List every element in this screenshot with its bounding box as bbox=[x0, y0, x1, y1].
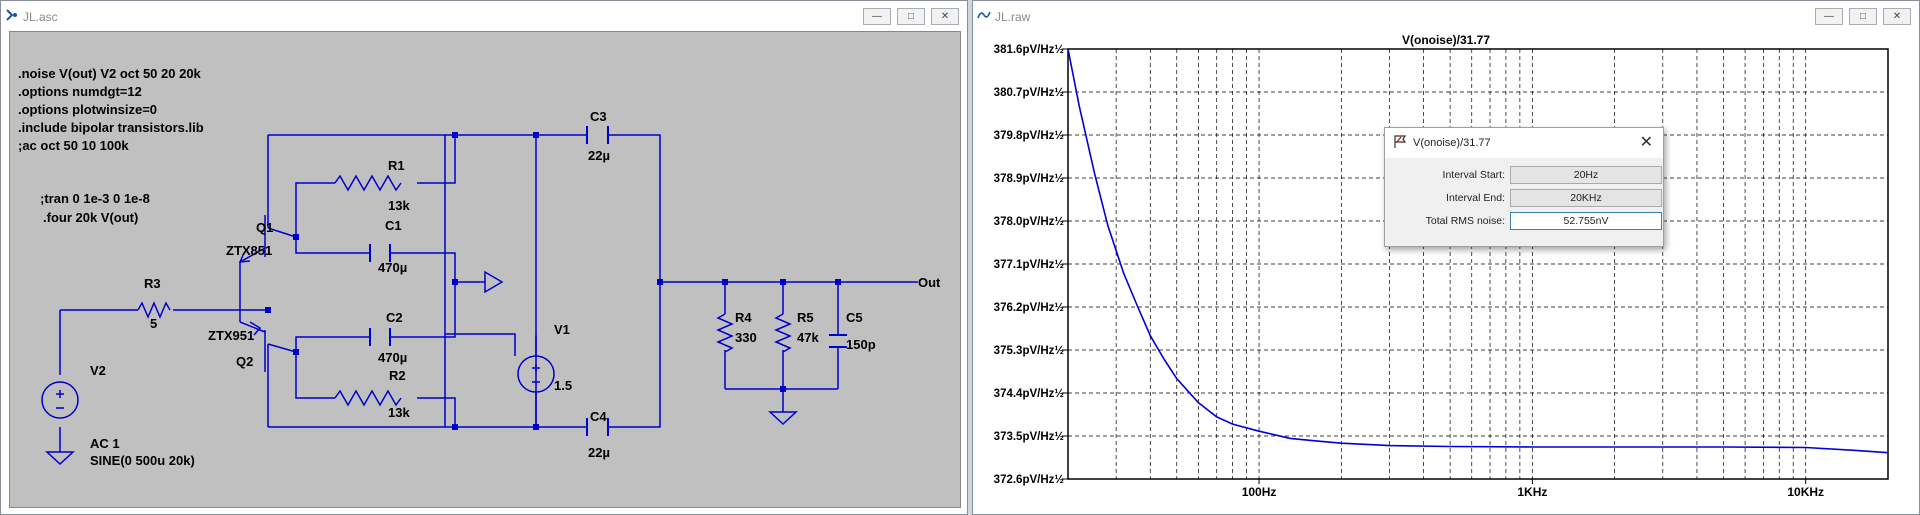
comment-line[interactable]: .four 20k V(out) bbox=[43, 210, 138, 225]
v2-value[interactable]: SINE(0 500u 20k) bbox=[90, 453, 195, 468]
v1-name[interactable]: V1 bbox=[554, 322, 570, 337]
r2-value[interactable]: 13k bbox=[388, 405, 410, 420]
total-rms-noise-field[interactable]: 52.755nV bbox=[1510, 212, 1662, 230]
minimize-button[interactable]: — bbox=[863, 8, 891, 25]
dialog-close-icon[interactable]: ✕ bbox=[1640, 132, 1653, 152]
net-label-out[interactable]: Out bbox=[918, 275, 941, 290]
directive-line[interactable]: .options numdgt=12 bbox=[18, 84, 142, 99]
trace-label[interactable]: V(onoise)/31.77 bbox=[1402, 33, 1490, 47]
y-tick-label: 379.8pV/Hz½ bbox=[994, 130, 1065, 142]
schematic-window-title: JL.asc bbox=[23, 10, 58, 24]
r2-name[interactable]: R2 bbox=[389, 368, 406, 383]
maximize-button[interactable]: □ bbox=[897, 8, 925, 25]
close-button[interactable]: ✕ bbox=[1883, 8, 1911, 25]
waveform-titlebar[interactable]: JL.raw — □ ✕ bbox=[973, 1, 1919, 31]
interval-start-label: Interval Start: bbox=[1442, 169, 1505, 181]
directive-line[interactable]: .options plotwinsize=0 bbox=[18, 102, 157, 117]
waveform-window-title: JL.raw bbox=[995, 10, 1031, 24]
c5-name[interactable]: C5 bbox=[846, 310, 863, 325]
c1-name[interactable]: C1 bbox=[385, 218, 402, 233]
schematic-titlebar[interactable]: JL.asc — □ ✕ bbox=[1, 1, 967, 31]
wires bbox=[59, 134, 918, 452]
y-tick-label: 372.6pV/Hz½ bbox=[994, 474, 1065, 486]
r1-name[interactable]: R1 bbox=[388, 158, 405, 173]
rms-noise-dialog: V(onoise)/31.77 ✕ Interval Start: 20Hz I… bbox=[1384, 127, 1664, 247]
c2-name[interactable]: C2 bbox=[386, 310, 403, 325]
dialog-titlebar[interactable]: V(onoise)/31.77 ✕ bbox=[1385, 128, 1663, 158]
c4-value[interactable]: 22µ bbox=[588, 445, 610, 460]
interval-end-label: Interval End: bbox=[1446, 192, 1505, 204]
r4-name[interactable]: R4 bbox=[735, 310, 752, 325]
y-tick-label: 378.9pV/Hz½ bbox=[994, 173, 1065, 185]
c1-value[interactable]: 470µ bbox=[378, 260, 407, 275]
c2-value[interactable]: 470µ bbox=[378, 350, 407, 365]
c3-name[interactable]: C3 bbox=[590, 109, 607, 124]
v1-value[interactable]: 1.5 bbox=[554, 378, 572, 393]
q1-name[interactable]: Q1 bbox=[256, 220, 273, 235]
x-tick-label: 10KHz bbox=[1787, 485, 1824, 499]
dialog-title: V(onoise)/31.77 bbox=[1413, 137, 1491, 149]
close-button[interactable]: ✕ bbox=[931, 8, 959, 25]
plot-pane[interactable]: V(onoise)/31.77 381.6pV/Hz½ 380.7pV/Hz½ 37… bbox=[979, 31, 1913, 508]
total-rms-noise-label: Total RMS noise: bbox=[1425, 215, 1505, 227]
y-tick-label: 377.1pV/Hz½ bbox=[994, 259, 1065, 271]
y-tick-label: 373.5pV/Hz½ bbox=[994, 431, 1065, 443]
resistor-symbols[interactable] bbox=[137, 174, 792, 407]
schematic-window: JL.asc — □ ✕ .noise V(out) V2 oct 50 20 … bbox=[0, 0, 968, 515]
r5-value[interactable]: 47k bbox=[797, 330, 819, 345]
component-labels[interactable]: R1 13k C1 470µ C2 470µ R2 13k C3 22µ C4 … bbox=[90, 109, 941, 468]
probe-flag-icon bbox=[1394, 135, 1407, 148]
directive-line[interactable]: .noise V(out) V2 oct 50 20 20k bbox=[18, 66, 202, 81]
r4-value[interactable]: 330 bbox=[735, 330, 757, 345]
c5-value[interactable]: 150p bbox=[846, 337, 876, 352]
interval-start-field[interactable]: 20Hz bbox=[1510, 166, 1662, 184]
y-tick-label: 375.3pV/Hz½ bbox=[994, 345, 1065, 357]
comment-line[interactable]: ;tran 0 1e-3 0 1e-8 bbox=[40, 191, 150, 206]
y-tick-label: 376.2pV/Hz½ bbox=[994, 302, 1065, 314]
y-tick-label: 380.7pV/Hz½ bbox=[994, 87, 1065, 99]
interval-end-row: Interval End: 20KHz bbox=[1385, 189, 1663, 209]
directive-line[interactable]: .include bipolar transistors.lib bbox=[18, 120, 204, 135]
c3-value[interactable]: 22µ bbox=[588, 148, 610, 163]
directive-line[interactable]: ;ac oct 50 10 100k bbox=[18, 138, 129, 153]
y-axis-ticks: 381.6pV/Hz½ 380.7pV/Hz½ 379.8pV/Hz½ 378.9pV… bbox=[994, 44, 1068, 486]
r1-value[interactable]: 13k bbox=[388, 198, 410, 213]
x-tick-label: 100Hz bbox=[1242, 485, 1277, 499]
ltspice-app-icon bbox=[6, 9, 17, 21]
y-tick-label: 374.4pV/Hz½ bbox=[994, 388, 1065, 400]
ground-symbols bbox=[45, 270, 798, 466]
q1-model[interactable]: ZTX851 bbox=[226, 243, 272, 258]
c4-name[interactable]: C4 bbox=[590, 409, 607, 424]
waveform-window: JL.raw — □ ✕ V(onoise)/31.77 381.6pV/Hz½… bbox=[972, 0, 1920, 515]
x-tick-label: 1KHz bbox=[1517, 485, 1547, 499]
junction-dots bbox=[265, 132, 841, 430]
interval-start-row: Interval Start: 20Hz bbox=[1385, 166, 1663, 186]
spice-directives[interactable]: .noise V(out) V2 oct 50 20 20k .options … bbox=[18, 66, 204, 225]
minimize-button[interactable]: — bbox=[1815, 8, 1843, 25]
v2-name[interactable]: V2 bbox=[90, 363, 106, 378]
r5-name[interactable]: R5 bbox=[797, 310, 814, 325]
y-tick-label: 378.0pV/Hz½ bbox=[994, 216, 1065, 228]
x-axis-ticks: 100Hz 1KHz 10KHz bbox=[1242, 479, 1824, 499]
q2-name[interactable]: Q2 bbox=[236, 354, 253, 369]
maximize-button[interactable]: □ bbox=[1849, 8, 1877, 25]
q2-model[interactable]: ZTX951 bbox=[208, 328, 254, 343]
interval-end-field[interactable]: 20KHz bbox=[1510, 189, 1662, 207]
v2-ac[interactable]: AC 1 bbox=[90, 436, 120, 451]
r3-value[interactable]: 5 bbox=[150, 316, 157, 331]
r3-name[interactable]: R3 bbox=[144, 276, 161, 291]
noise-plot[interactable]: V(onoise)/31.77 381.6pV/Hz½ 380.7pV/Hz½ 37… bbox=[979, 31, 1915, 510]
total-rms-noise-row: Total RMS noise: 52.755nV bbox=[1385, 212, 1663, 232]
y-tick-label: 381.6pV/Hz½ bbox=[994, 44, 1065, 56]
voltage-source-symbols[interactable] bbox=[41, 355, 555, 419]
waveform-app-icon bbox=[977, 11, 991, 19]
schematic-canvas[interactable]: .noise V(out) V2 oct 50 20 20k .options … bbox=[9, 31, 961, 508]
